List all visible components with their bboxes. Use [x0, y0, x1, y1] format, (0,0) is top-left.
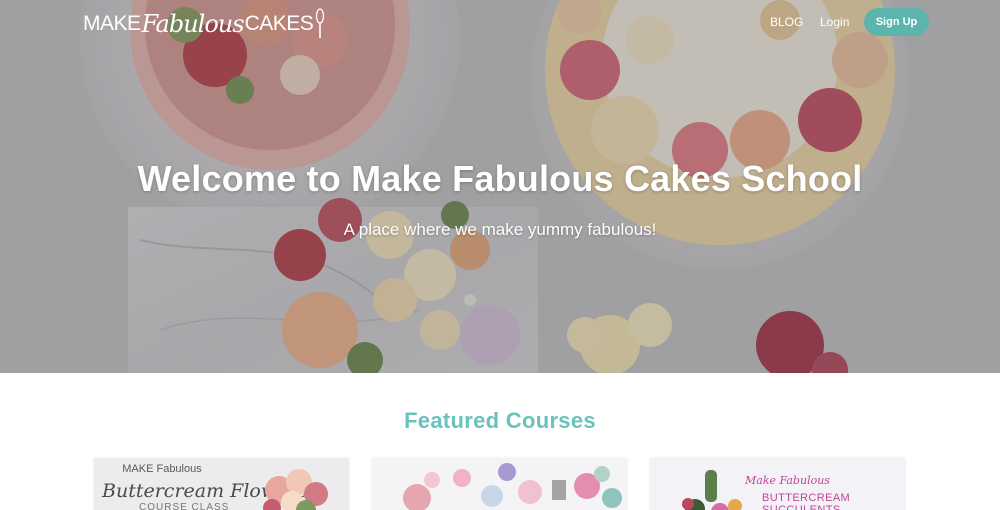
course-card-buttercream-succulents[interactable]: Make Fabulous BUTTERCREAM SUCCULENTS	[650, 458, 905, 510]
signup-button[interactable]: Sign Up	[864, 8, 929, 36]
hero-banner: MAKE Fabulous CAKES BLOG Login Sign Up W…	[0, 0, 1000, 373]
course-card-2[interactable]	[372, 458, 627, 510]
course-card-brand: MAKE Fabulous	[122, 463, 202, 475]
featured-courses-heading: Featured Courses	[404, 408, 596, 433]
course-card-buttercream-flowers[interactable]: MAKE Fabulous Buttercream Flowers COURSE…	[94, 458, 349, 510]
course-card-image	[403, 463, 622, 510]
nav-login-link[interactable]: Login	[820, 15, 849, 29]
nav-blog-link[interactable]: BLOG	[770, 15, 803, 29]
logo-text-make: MAKE	[83, 12, 141, 35]
whisk-icon	[316, 8, 325, 38]
course-card-title: BUTTERCREAM SUCCULENTS	[762, 492, 851, 510]
hero-subtitle: A place where we make yummy fabulous!	[343, 220, 657, 239]
course-card-image	[263, 469, 328, 510]
logo-text-fabulous: Fabulous	[141, 10, 245, 38]
hero-title: Welcome to Make Fabulous Cakes School	[137, 158, 863, 199]
course-card-subtitle: COURSE CLASS	[139, 502, 230, 510]
logo-text-cakes: CAKES	[244, 12, 314, 35]
site-logo[interactable]: MAKE Fabulous CAKES	[83, 7, 325, 41]
course-card-image	[682, 470, 742, 510]
top-navigation: MAKE Fabulous CAKES BLOG Login Sign Up	[0, 0, 1000, 46]
course-card-brand: Make Fabulous	[745, 474, 830, 487]
